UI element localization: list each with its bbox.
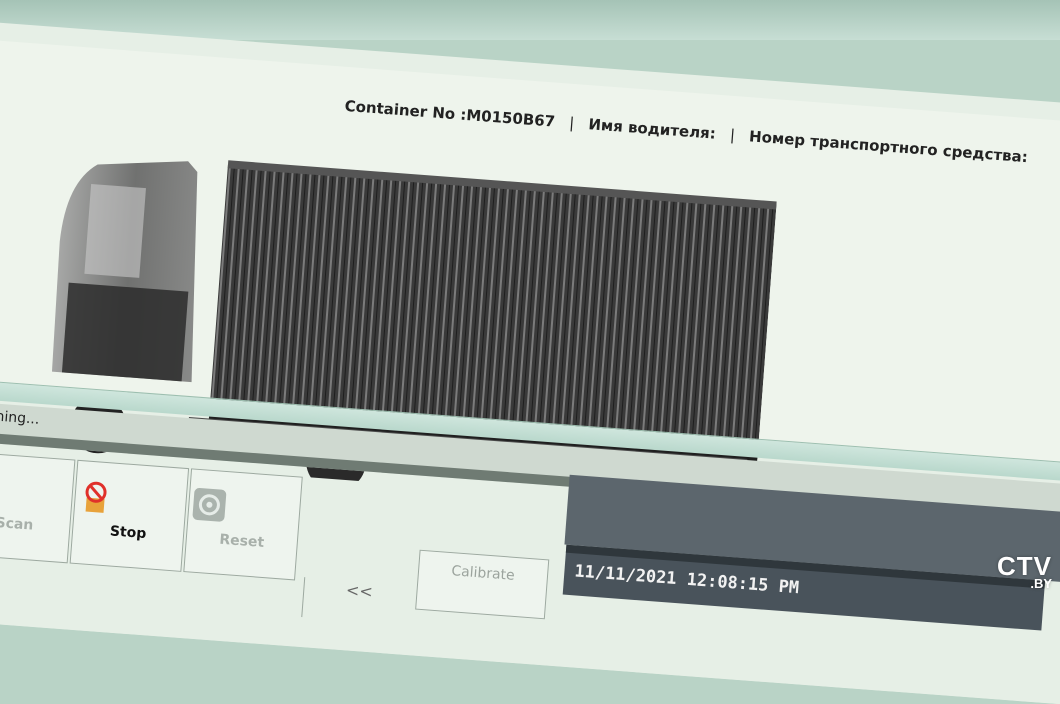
ctv-logo: CTV .BY	[997, 551, 1052, 590]
driver-name-label: Имя водителя:	[587, 115, 717, 143]
scan-button-label: Scan	[0, 514, 34, 534]
stop-button-label: Stop	[109, 523, 147, 543]
previous-button[interactable]: <<	[301, 577, 415, 626]
scan-image-panel: Container No :M0150B67 | Имя водителя: |…	[0, 39, 1060, 535]
calibrate-button[interactable]: Calibrate	[415, 549, 550, 620]
reset-button-label: Reset	[218, 531, 265, 551]
status-text: Scaning...	[0, 406, 40, 428]
no-entry-icon	[85, 481, 107, 513]
scanner-application-window: Container No :M0150B67 | Имя водителя: |…	[0, 22, 1060, 704]
calibrate-button-label: Calibrate	[450, 563, 516, 584]
previous-button-label: <<	[345, 580, 374, 602]
info-separator: |	[568, 113, 576, 133]
reset-icon	[192, 488, 227, 522]
container-number-label: Container No :M0150B67	[344, 96, 556, 131]
joystick-icon	[0, 468, 3, 511]
scan-button[interactable]: Scan	[0, 451, 76, 564]
reset-button[interactable]: Reset	[183, 468, 303, 581]
logo-main-text: CTV	[997, 551, 1052, 581]
info-separator: |	[729, 125, 736, 145]
stop-button[interactable]: Stop	[69, 459, 190, 572]
vehicle-number-label: Номер транспортного средства:	[748, 127, 1029, 167]
